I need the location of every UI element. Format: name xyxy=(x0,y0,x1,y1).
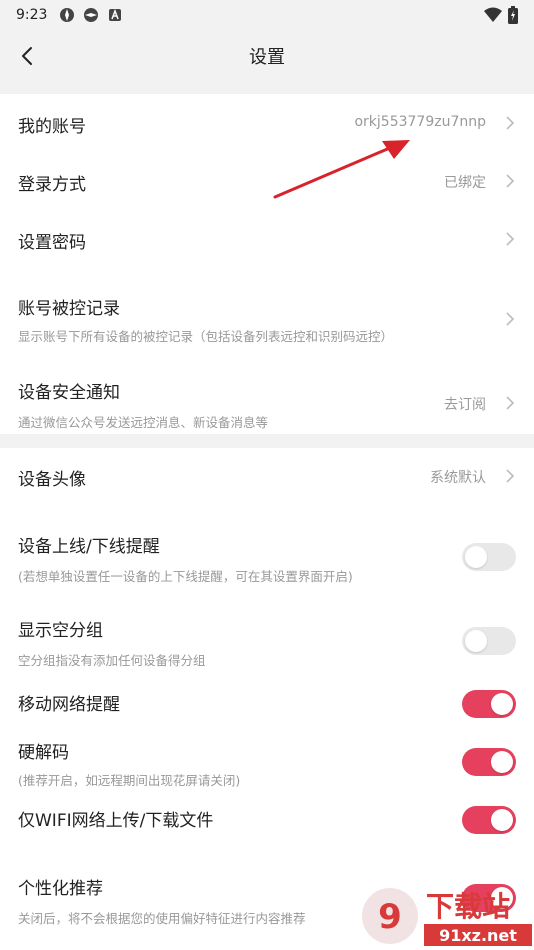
top-bar: 设置 xyxy=(0,30,534,82)
site-watermark-logo: 9 下载站 91xz.net xyxy=(362,888,532,946)
back-arrow-icon[interactable] xyxy=(16,44,40,68)
device-avatar-label: 设备头像 xyxy=(18,470,86,490)
chevron-right-icon xyxy=(506,312,515,326)
toggle-knob xyxy=(465,630,487,652)
show-empty-group-desc: 空分组指没有添加任何设备得分组 xyxy=(18,653,206,668)
control-log-row[interactable]: 账号被控记录 显示账号下所有设备的被控记录（包括设备列表远控和识别码远控） xyxy=(0,282,534,354)
watermark-domain: 91xz.net xyxy=(439,926,517,945)
subscribe-link[interactable]: 去订阅 xyxy=(444,394,486,414)
status-time: 9:23 xyxy=(16,7,48,23)
chevron-right-icon xyxy=(506,396,515,410)
show-empty-group-label: 显示空分组 xyxy=(18,621,103,641)
hw-decode-toggle[interactable] xyxy=(462,748,516,776)
wifi-only-row: 仅WIFI网络上传/下载文件 xyxy=(0,802,534,838)
wifi-only-label: 仅WIFI网络上传/下载文件 xyxy=(18,811,214,831)
app-notification-icon xyxy=(60,8,75,22)
app-notification-icon-2 xyxy=(84,8,99,22)
online-alert-desc: (若想单独设置任一设备的上下线提醒，可在其设置界面开启) xyxy=(18,569,353,584)
mobile-network-toggle[interactable] xyxy=(462,690,516,718)
mobile-network-label: 移动网络提醒 xyxy=(18,695,120,715)
toggle-knob xyxy=(491,751,513,773)
toggle-knob xyxy=(465,546,487,568)
status-bar: 9:23 xyxy=(0,0,534,30)
control-log-label: 账号被控记录 xyxy=(18,299,120,319)
set-password-row[interactable]: 设置密码 xyxy=(0,210,534,268)
login-method-value: 已绑定 xyxy=(444,175,486,191)
security-notice-label: 设备安全通知 xyxy=(18,383,120,403)
wifi-icon xyxy=(484,7,502,22)
device-settings-section: 设备头像 系统默认 设备上线/下线提醒 (若想单独设置任一设备的上下线提醒，可在… xyxy=(0,448,534,950)
personalized-desc: 关闭后，将不会根据您的使用偏好特征进行内容推荐 xyxy=(18,911,306,926)
annotation-arrow xyxy=(273,140,410,199)
hw-decode-row: 硬解码 (推荐开启，如远程期间出现花屏请关闭) xyxy=(0,736,534,790)
hw-decode-desc: (推荐开启，如远程期间出现花屏请关闭) xyxy=(18,773,241,788)
security-notice-row[interactable]: 设备安全通知 通过微信公众号发送远控消息、新设备消息等 去订阅 xyxy=(0,366,534,434)
svg-text:9: 9 xyxy=(378,897,402,937)
show-empty-group-row: 显示空分组 空分组指没有添加任何设备得分组 xyxy=(0,614,534,672)
chevron-right-icon xyxy=(506,469,515,483)
wifi-only-toggle[interactable] xyxy=(462,806,516,834)
battery-icon xyxy=(508,6,518,24)
toggle-knob xyxy=(491,809,513,831)
chevron-right-icon xyxy=(506,174,515,188)
chevron-right-icon xyxy=(506,116,515,130)
show-empty-group-toggle[interactable] xyxy=(462,627,516,655)
online-alert-row: 设备上线/下线提醒 (若想单独设置任一设备的上下线提醒，可在其设置界面开启) xyxy=(0,528,534,588)
account-settings-section: 我的账号 orkj553779zu7nnp 登录方式 已绑定 设置密码 账号被控… xyxy=(0,94,534,434)
device-avatar-value: 系统默认 xyxy=(430,470,486,486)
toggle-knob xyxy=(491,693,513,715)
personalized-label: 个性化推荐 xyxy=(18,879,103,899)
hw-decode-label: 硬解码 xyxy=(18,743,69,763)
login-method-label: 登录方式 xyxy=(18,175,86,195)
mobile-network-row: 移动网络提醒 xyxy=(0,686,534,722)
account-id-value: orkj553779zu7nnp xyxy=(354,114,486,130)
login-method-row[interactable]: 登录方式 已绑定 xyxy=(0,152,534,210)
control-log-desc: 显示账号下所有设备的被控记录（包括设备列表远控和识别码远控） xyxy=(18,329,394,344)
keyboard-notification-icon xyxy=(109,8,122,21)
my-account-label: 我的账号 xyxy=(18,117,86,137)
online-alert-label: 设备上线/下线提醒 xyxy=(18,537,160,557)
watermark-text: 下载站 xyxy=(426,890,510,923)
security-notice-desc: 通过微信公众号发送远控消息、新设备消息等 xyxy=(18,415,269,430)
online-alert-toggle[interactable] xyxy=(462,543,516,571)
device-avatar-row[interactable]: 设备头像 系统默认 xyxy=(0,448,534,506)
set-password-label: 设置密码 xyxy=(18,233,86,253)
my-account-row[interactable]: 我的账号 orkj553779zu7nnp xyxy=(0,94,534,152)
page-title: 设置 xyxy=(249,47,285,68)
chevron-right-icon xyxy=(506,232,515,246)
